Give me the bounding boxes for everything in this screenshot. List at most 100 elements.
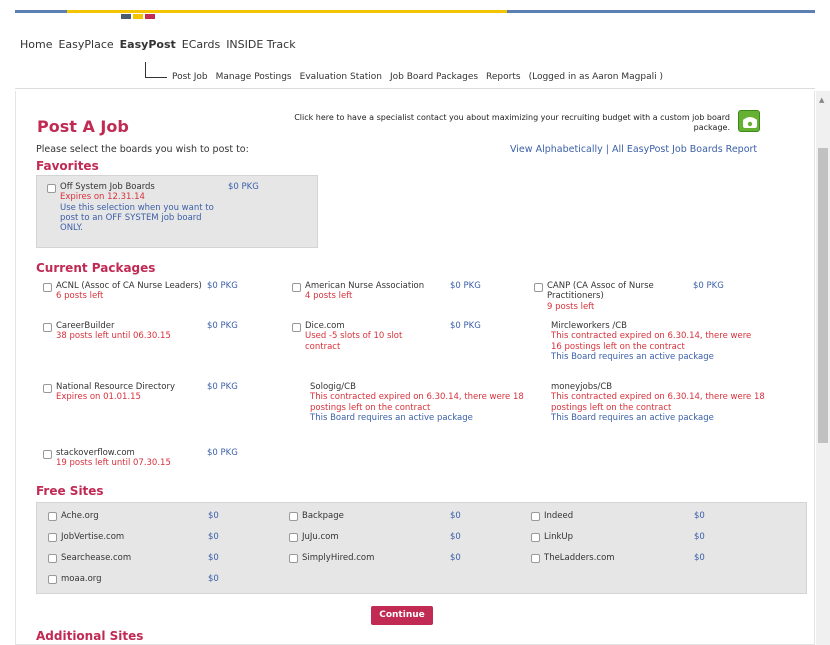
board-note: This Board requires an active package xyxy=(310,413,473,424)
board-name[interactable]: American Nurse Association xyxy=(305,281,425,291)
free-site-price: $0 xyxy=(208,574,219,584)
nav-easypost[interactable]: EasyPost xyxy=(120,38,176,51)
board-price: $0 PKG xyxy=(228,182,259,192)
current-packages-heading: Current Packages xyxy=(36,261,156,275)
top-color-bar-yellow xyxy=(67,10,507,13)
subnav-job-board-packages[interactable]: Job Board Packages xyxy=(390,72,478,82)
favorites-heading: Favorites xyxy=(36,159,99,173)
free-site-price: $0 xyxy=(450,532,461,542)
free-site-checkbox[interactable] xyxy=(289,512,298,521)
board-name[interactable]: National Resource Directory xyxy=(56,382,186,392)
subnav-evaluation-station[interactable]: Evaluation Station xyxy=(300,72,382,82)
all-job-boards-report-link[interactable]: All EasyPost Job Boards Report xyxy=(612,144,757,155)
board-note: Use this selection when you want to post… xyxy=(60,202,214,234)
board-status: 4 posts left xyxy=(305,291,353,302)
free-site-checkbox[interactable] xyxy=(531,512,540,521)
board-status: Expires on 01.01.15 xyxy=(56,392,141,403)
free-site-price: $0 xyxy=(208,553,219,563)
board-name[interactable]: stackoverflow.com xyxy=(56,448,216,458)
free-site-checkbox[interactable] xyxy=(48,533,57,542)
stackoverflow-checkbox[interactable] xyxy=(43,450,52,459)
board-note: This Board requires an active package xyxy=(551,352,714,363)
nav-easyplace[interactable]: EasyPlace xyxy=(58,38,113,51)
free-site-checkbox[interactable] xyxy=(531,554,540,563)
subnav-post-job[interactable]: Post Job xyxy=(172,72,208,82)
free-site-checkbox[interactable] xyxy=(48,575,57,584)
subnav-manage-postings[interactable]: Manage Postings xyxy=(216,72,292,82)
free-site-price: $0 xyxy=(694,511,705,521)
page-title: Post A Job xyxy=(37,117,129,136)
free-site-name[interactable]: Ache.org xyxy=(61,511,99,521)
free-site-name[interactable]: Indeed xyxy=(544,511,573,521)
dice-checkbox[interactable] xyxy=(292,323,301,332)
free-site-checkbox[interactable] xyxy=(48,512,57,521)
board-price: $0 PKG xyxy=(693,281,724,291)
ana-checkbox[interactable] xyxy=(292,283,301,292)
nrd-checkbox[interactable] xyxy=(43,384,52,393)
board-name: moneyjobs/CB xyxy=(551,382,613,392)
additional-sites-heading: Additional Sites xyxy=(36,629,144,643)
free-site-name[interactable]: JuJu.com xyxy=(302,532,339,542)
board-name[interactable]: CareerBuilder xyxy=(56,321,216,331)
logo-square-dark xyxy=(121,14,131,19)
canp-checkbox[interactable] xyxy=(534,283,543,292)
phone-icon[interactable] xyxy=(738,110,760,132)
continue-button[interactable]: Continue xyxy=(371,606,433,625)
free-site-checkbox[interactable] xyxy=(48,554,57,563)
free-site-price: $0 xyxy=(208,511,219,521)
top-color-bar-blue xyxy=(507,10,555,13)
view-links: View Alphabetically | All EasyPost Job B… xyxy=(510,144,757,155)
instructions: Please select the boards you wish to pos… xyxy=(36,144,249,155)
board-expiry: Expires on 12.31.14 xyxy=(60,192,145,203)
link-separator: | xyxy=(602,144,613,155)
acnl-checkbox[interactable] xyxy=(43,283,52,292)
board-price: $0 PKG xyxy=(450,321,481,331)
logo-squares xyxy=(121,14,155,19)
free-site-price: $0 xyxy=(208,532,219,542)
subnav-reports[interactable]: Reports xyxy=(486,72,521,82)
sub-nav: Post Job Manage Postings Evaluation Stat… xyxy=(172,72,663,82)
board-name[interactable]: CANP (CA Assoc of Nurse Practitioners) xyxy=(547,281,697,302)
careerbuilder-checkbox[interactable] xyxy=(43,323,52,332)
board-status: 6 posts left xyxy=(56,291,104,302)
board-price: $0 PKG xyxy=(207,281,238,291)
free-site-price: $0 xyxy=(450,511,461,521)
board-price: $0 PKG xyxy=(450,281,481,291)
specialist-callout[interactable]: Click here to have a specialist contact … xyxy=(262,113,730,134)
free-site-checkbox[interactable] xyxy=(289,554,298,563)
free-sites-box xyxy=(36,502,807,594)
nav-inside-track[interactable]: INSIDE Track xyxy=(226,38,295,51)
off-system-checkbox[interactable] xyxy=(47,184,56,193)
board-status: 9 posts left xyxy=(547,301,595,312)
board-note: This Board requires an active package xyxy=(551,413,714,424)
view-alphabetically-link[interactable]: View Alphabetically xyxy=(510,144,603,155)
board-name[interactable]: Dice.com xyxy=(305,321,430,331)
free-site-name[interactable]: JobVertise.com xyxy=(61,532,124,542)
scroll-up-icon[interactable]: ▲ xyxy=(819,96,824,104)
free-site-name[interactable]: LinkUp xyxy=(544,532,573,542)
board-status: This contracted expired on 6.30.14, ther… xyxy=(310,392,524,413)
board-name: Sologig/CB xyxy=(310,382,356,392)
board-name: Mircleworkers /CB xyxy=(551,321,628,331)
board-price: $0 PKG xyxy=(207,382,238,392)
main-nav: Home EasyPlace EasyPost ECards INSIDE Tr… xyxy=(20,38,296,51)
logo-square-yellow xyxy=(133,14,143,19)
logo-square-magenta xyxy=(145,14,155,19)
free-site-name[interactable]: moaa.org xyxy=(61,574,102,584)
free-site-checkbox[interactable] xyxy=(531,533,540,542)
free-site-name[interactable]: Backpage xyxy=(302,511,344,521)
logged-in-user: (Logged in as Aaron Magpali ) xyxy=(528,72,663,82)
free-site-price: $0 xyxy=(694,532,705,542)
free-site-name[interactable]: SimplyHired.com xyxy=(302,553,374,563)
free-sites-heading: Free Sites xyxy=(36,484,104,498)
nav-ecards[interactable]: ECards xyxy=(182,38,220,51)
board-status: This contracted expired on 6.30.14, ther… xyxy=(551,392,765,413)
scrollbar-thumb[interactable] xyxy=(818,148,828,443)
vertical-scrollbar[interactable]: ▲ xyxy=(816,91,830,645)
free-site-name[interactable]: Searchease.com xyxy=(61,553,131,563)
board-name[interactable]: ACNL (Assoc of CA Nurse Leaders) xyxy=(56,281,208,291)
free-site-name[interactable]: TheLadders.com xyxy=(544,553,615,563)
board-name[interactable]: Off System Job Boards xyxy=(60,182,225,192)
free-site-checkbox[interactable] xyxy=(289,533,298,542)
nav-home[interactable]: Home xyxy=(20,38,52,51)
